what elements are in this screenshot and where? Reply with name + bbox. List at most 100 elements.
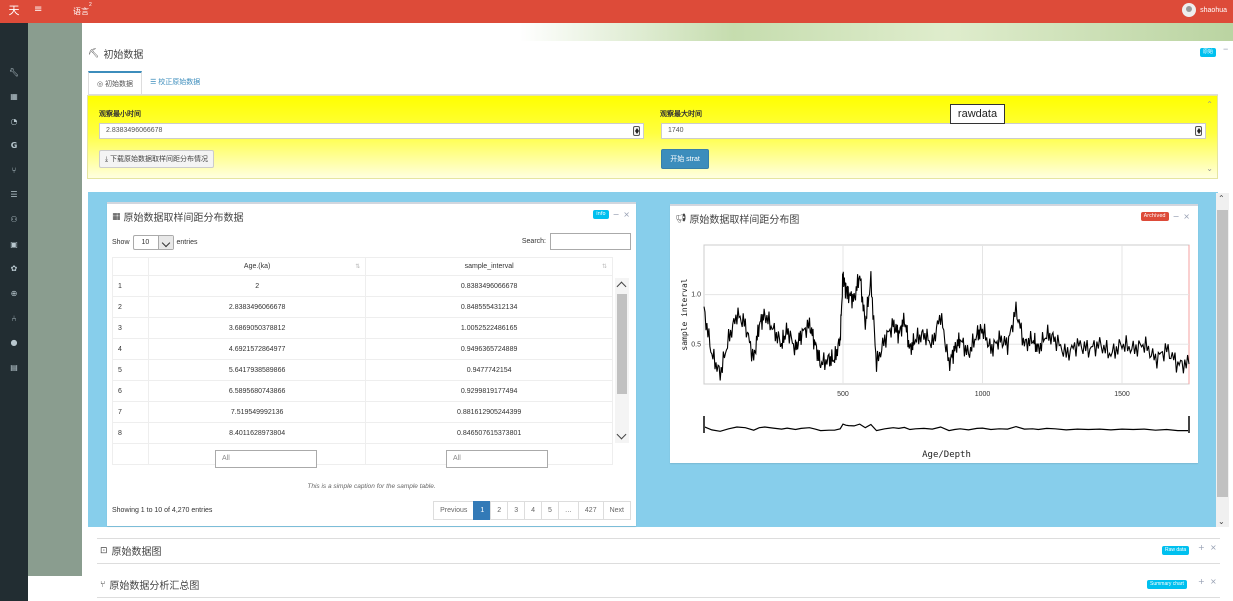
language-menu[interactable]: 语言2 [73,2,92,17]
list-icon[interactable]: ☰ [8,189,20,201]
code-fork-icon[interactable]: ⑃ [8,313,20,325]
age-filter-input[interactable]: All [215,450,317,468]
cell-age: 2 [147,275,367,297]
x-axis-label: Age/Depth [922,450,971,460]
search-label: Search: [521,238,546,245]
scroll-up-icon[interactable]: ⌃ [1218,194,1225,203]
panel-scroll-down-icon[interactable]: ⌄ [1206,164,1213,173]
globe-icon[interactable]: ⊕ [8,288,20,300]
cell-age: 5.6417938589866 [147,359,367,381]
close-icon[interactable]: × [1210,543,1217,552]
results-scrollbar[interactable]: ⌃ ⌄ [1216,193,1229,527]
picture-icon[interactable]: ▣ [8,239,20,251]
scrollbar-thumb[interactable] [1217,210,1228,497]
page-ellipsis: … [557,501,579,520]
column-header-age[interactable]: Age.(ka) ⇅ [147,257,367,276]
cell-interval: 1.0052522486165 [365,317,613,339]
plot-area [703,244,1190,385]
dashboard-icon[interactable]: ◔ [8,116,20,128]
cell-age: 4.6921572864977 [147,338,367,360]
table-card-title: ▦ 原始数据取样间距分布数据 [112,209,244,225]
cell-interval: 0.9477742154 [365,359,613,381]
tab-corrected-data[interactable]: ☰ 校正原始数据 [142,71,208,95]
page-previous[interactable]: Previous [433,501,475,520]
paw-icon[interactable]: ✿ [8,263,20,275]
max-time-input[interactable]: 1740 [661,123,1206,139]
minimize-icon[interactable]: − [613,210,620,219]
sitemap-icon[interactable]: ⑂ [8,165,20,177]
scroll-up-icon[interactable] [616,281,627,292]
database-icon[interactable]: ▤ [8,362,20,374]
table-row[interactable]: 6 6.5895680743866 0.9299819177494 [112,380,613,402]
page-2[interactable]: 2 [490,501,509,520]
summary-chart-section-title[interactable]: ⑂ 原始数据分析汇总图 [100,577,199,593]
row-index: 1 [112,275,149,297]
table-row[interactable]: 2 2.8383496066678 0.8485554312134 [112,296,613,318]
table-row[interactable]: 3 3.6869050378812 1.0052522486165 [112,317,613,339]
sort-icon: ⇅ [601,263,607,270]
expand-icon[interactable]: + [1198,577,1205,586]
users-icon[interactable]: ⚇ [8,214,20,226]
user-menu[interactable]: shaohua [1182,3,1227,17]
download-button-label: 下载原始数据取样间距分布情况 [110,156,209,163]
collapse-icon[interactable]: − [1223,44,1228,54]
page-427[interactable]: 427 [577,501,604,520]
background-white [28,576,82,601]
page-1[interactable]: 1 [473,501,492,520]
cell-age: 8.4011628973804 [147,422,367,444]
table-caption: This is a simple caption for the sample … [307,483,436,490]
table-row[interactable]: 1 2 0.8383496066678 [112,275,613,297]
brand-logo[interactable]: 天 [0,0,28,23]
scroll-down-icon[interactable] [616,429,627,440]
chevron-down-icon [157,236,173,249]
expand-icon[interactable]: + [1198,543,1205,552]
apple-icon[interactable]: ● [8,337,20,349]
scroll-down-icon[interactable]: ⌄ [1218,517,1225,526]
x-tick-label: 1500 [1114,391,1130,398]
hamburger-menu-icon[interactable]: ≡ [34,4,46,16]
min-time-spinner[interactable] [633,126,640,136]
start-button[interactable]: 开始 strat [661,149,709,169]
download-button[interactable]: ⤓ 下载原始数据取样间距分布情况 [99,150,215,168]
close-icon[interactable]: × [1210,577,1217,586]
row-index: 3 [112,317,149,339]
section-title: ⛏ 初始数据 [88,46,143,62]
tab-raw-data[interactable]: ◎ 初始数据 [88,71,143,95]
x-tick-label: 500 [837,391,849,398]
panel-scroll-up-icon[interactable]: ⌃ [1206,100,1213,109]
raw-chart-section-title[interactable]: ⊡ 原始数据图 [100,543,162,559]
max-time-spinner[interactable] [1195,126,1202,136]
tab-raw-data-label: 初始数据 [105,81,134,88]
row-index [112,443,149,465]
page-4[interactable]: 4 [524,501,542,520]
table-row[interactable]: 8 8.4011628973804 0.846507615373801 [112,422,613,444]
circle-icon: ◎ [97,80,104,88]
y-tick-label: 0.5 [691,341,701,348]
interval-filter-input[interactable]: All [446,450,548,468]
sample-interval-chart: 500 1000 1500 0.5 1.0 Age/Depth sample interva… [680,244,1190,460]
min-time-input[interactable]: 2.8383496066678 [99,123,644,139]
entries-value: 10 [141,239,150,246]
page-next[interactable]: Next [602,501,631,520]
table-row[interactable]: 5 5.6417938589866 0.9477742154 [112,359,613,381]
row-index: 2 [112,296,149,318]
table-scrollbar[interactable] [615,278,629,443]
raw-chart-section-title-text: 原始数据图 [111,547,162,558]
wrench-icon[interactable]: 🔧︎ [8,67,20,79]
table-icon[interactable]: ▦ [8,91,20,103]
scrollbar-thumb[interactable] [617,294,627,394]
entries-select[interactable]: 10 [132,235,174,250]
main-content: ⛏ 初始数据 原始 − ◎ 初始数据 ☰ 校正原始数据 观察最小时间 2.838… [82,41,1233,601]
page-5[interactable]: 5 [541,501,559,520]
cell-age: 6.5895680743866 [147,380,367,402]
table-row[interactable]: 4 4.6921572864977 0.9496365724889 [112,338,613,360]
table-row[interactable]: 7 7.519549992136 0.881612905244399 [112,401,613,423]
top-navbar: 天 ≡ 语言2 shaohua [0,0,1233,23]
row-index: 5 [112,359,149,381]
header-background-image [520,23,1233,41]
search-input[interactable] [550,233,631,250]
column-header-interval[interactable]: sample_interval ⇅ [365,257,613,276]
page-3[interactable]: 3 [507,501,526,520]
google-icon[interactable]: G [8,140,20,152]
close-icon[interactable]: × [623,210,630,219]
